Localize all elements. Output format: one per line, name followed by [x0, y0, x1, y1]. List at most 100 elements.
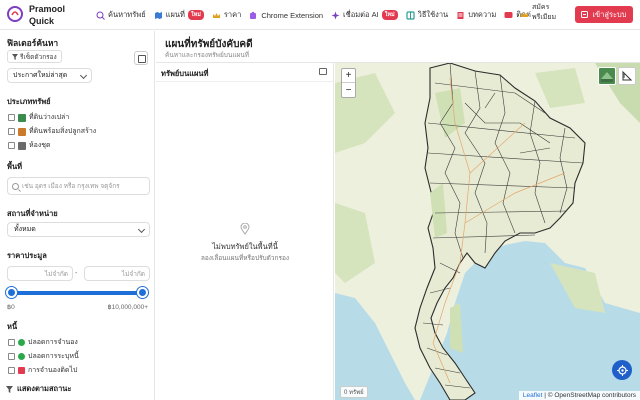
checkbox[interactable] — [8, 367, 15, 374]
filter-icon — [12, 53, 18, 60]
leaflet-link[interactable]: Leaflet — [523, 392, 543, 399]
measure-tool-button[interactable] — [618, 67, 636, 85]
map-view[interactable]: + − 0 ทรัพย์ Leaflet | © OpenStreetMap c… — [335, 63, 640, 400]
nav-pricing[interactable]: ราคา — [212, 9, 241, 21]
price-min-placeholder: ไม่จำกัด — [44, 270, 68, 278]
property-count-tag: 0 ทรัพย์ — [340, 386, 368, 398]
login-icon — [581, 11, 589, 18]
chat-icon — [504, 11, 513, 18]
debt-option-label: ปลอดการระบุหนี้ — [28, 353, 79, 360]
login-button[interactable]: เข้าสู่ระบบ — [575, 6, 633, 23]
property-type-option[interactable]: ที่ดินพร้อมสิ่งปลูกสร้าง — [8, 126, 96, 137]
property-type-option[interactable]: ห้องชุด — [8, 140, 51, 151]
nav-search[interactable]: ค้นหาทรัพย์ — [96, 9, 146, 21]
warning-icon — [18, 367, 25, 374]
checkbox[interactable] — [8, 339, 15, 346]
crown-icon — [521, 12, 528, 17]
reset-filters-label: รีเซ็ตตัวกรอง — [20, 53, 57, 61]
nav-map[interactable]: แผนที่ ใหม่ — [154, 9, 204, 21]
login-button-label: เข้าสู่ระบบ — [592, 9, 627, 19]
crosshair-icon — [616, 364, 628, 376]
nav-howto-label: วิธีใช้งาน — [417, 10, 449, 19]
puzzle-icon — [250, 11, 257, 19]
nav-pricing-label: ราคา — [223, 10, 242, 19]
price-slider-max-handle[interactable] — [137, 287, 148, 298]
locate-me-button[interactable] — [612, 360, 632, 380]
property-type-label: ที่ดินว่างเปล่า — [29, 114, 70, 121]
checkbox[interactable] — [8, 353, 15, 360]
map-icon — [154, 11, 162, 19]
sort-select[interactable]: ประกาศใหม่ล่าสุด — [7, 68, 92, 83]
page-subtitle: ค้นหาและกรองทรัพย์บนแผนที่ — [165, 52, 250, 59]
premium-signup-link[interactable]: สมัครพรีเมียม — [532, 3, 556, 23]
empty-state-subtitle: ลองเลื่อนแผนที่หรือปรับตัวกรอง — [200, 255, 290, 262]
nav-ai-label: เชื่อมต่อ AI — [343, 10, 379, 19]
price-heading: ราคาประมูล — [7, 251, 47, 260]
logo-icon[interactable] — [6, 5, 24, 23]
new-badge: ใหม่ — [381, 10, 398, 20]
nav-articles[interactable]: บทความ — [456, 9, 496, 21]
collapse-panel-icon[interactable] — [134, 51, 148, 65]
check-circle-icon — [18, 353, 25, 360]
area-heading: พื้นที่ — [7, 162, 23, 171]
debt-option-label: การจำนองติดไป — [28, 367, 78, 374]
nav-ai[interactable]: เชื่อมต่อ AI ใหม่ — [331, 9, 398, 21]
search-icon — [96, 11, 105, 20]
osm-attribution[interactable]: | © OpenStreetMap contributors — [544, 392, 636, 399]
building-icon — [18, 141, 26, 150]
show-by-status-label: แสดงตามสถานะ — [17, 384, 72, 393]
checkbox[interactable] — [8, 142, 15, 149]
property-list-panel: ทรัพย์บนแผนที่ ไม่พบทรัพย์ในพื้นที่นี้ ล… — [156, 63, 334, 400]
zoom-in-button[interactable]: + — [342, 69, 355, 83]
sale-place-select[interactable]: ทั้งหมด — [7, 222, 150, 237]
checkbox[interactable] — [8, 114, 15, 121]
thailand-map[interactable] — [335, 63, 640, 400]
filters-title: ฟิลเตอร์ค้นหา — [7, 38, 59, 48]
nav-search-label: ค้นหาทรัพย์ — [108, 10, 146, 19]
sale-place-value: ทั้งหมด — [14, 226, 36, 233]
check-circle-icon — [18, 339, 25, 346]
nav-howto[interactable]: วิธีใช้งาน — [406, 9, 449, 21]
property-type-option[interactable]: ที่ดินว่างเปล่า — [8, 112, 69, 123]
debt-option[interactable]: ปลอดการจำนอง — [8, 337, 78, 348]
property-type-label: ที่ดินพร้อมสิ่งปลูกสร้าง — [29, 128, 97, 135]
ai-icon — [331, 11, 340, 19]
page-header: แผนที่ทรัพย์บังคับคดี ค้นหาและกรองทรัพย์… — [156, 31, 640, 63]
nav-chrome-extension[interactable]: Chrome Extension — [249, 11, 323, 20]
ruler-icon — [622, 71, 632, 81]
nav-map-label: แผนที่ — [165, 10, 185, 19]
price-max-placeholder: ไม่จำกัด — [121, 270, 145, 278]
price-min-input[interactable]: ไม่จำกัด — [7, 266, 73, 281]
land-icon — [18, 113, 26, 122]
collapse-list-icon[interactable] — [319, 68, 327, 75]
search-icon — [12, 182, 19, 190]
book-icon — [406, 10, 415, 20]
area-search-input[interactable]: เช่น อุดร เมือง หรือ กรุงเทพ จตุจักร — [7, 177, 150, 195]
debt-option[interactable]: ปลอดการระบุหนี้ — [8, 351, 79, 362]
checkbox[interactable] — [8, 128, 15, 135]
map-attribution: Leaflet | © OpenStreetMap contributors — [518, 391, 640, 400]
empty-state-title: ไม่พบทรัพย์ในพื้นที่นี้ — [212, 242, 278, 251]
zoom-control: + − — [341, 68, 356, 98]
price-max-input[interactable]: ไม่จำกัด — [84, 266, 150, 281]
crown-icon — [212, 12, 220, 18]
sale-place-heading: สถานที่จำหน่าย — [7, 209, 58, 218]
house-icon — [18, 127, 26, 136]
zoom-out-button[interactable]: − — [342, 83, 355, 97]
debt-option[interactable]: การจำนองติดไป — [8, 365, 77, 376]
property-type-label: ห้องชุด — [29, 142, 51, 149]
map-pin-icon — [240, 223, 250, 235]
chevron-down-icon — [137, 225, 146, 234]
nav-chrome-extension-label: Chrome Extension — [261, 10, 324, 20]
price-slider-track[interactable] — [10, 291, 144, 295]
price-slider-min-handle[interactable] — [6, 287, 17, 298]
filter-panel: ฟิลเตอร์ค้นหา รีเซ็ตตัวกรอง ประกาศใหม่ล่… — [0, 31, 155, 400]
price-min-label: ฿0 — [7, 304, 15, 311]
chevron-down-icon — [79, 71, 88, 80]
map-layers-button[interactable] — [598, 67, 616, 85]
debt-option-label: ปลอดการจำนอง — [28, 339, 78, 346]
show-by-status-toggle[interactable]: แสดงตามสถานะ — [6, 383, 71, 395]
reset-filters-button[interactable]: รีเซ็ตตัวกรอง — [7, 50, 62, 63]
article-icon — [457, 11, 464, 19]
brand-name[interactable]: Pramool Quick — [29, 3, 79, 27]
